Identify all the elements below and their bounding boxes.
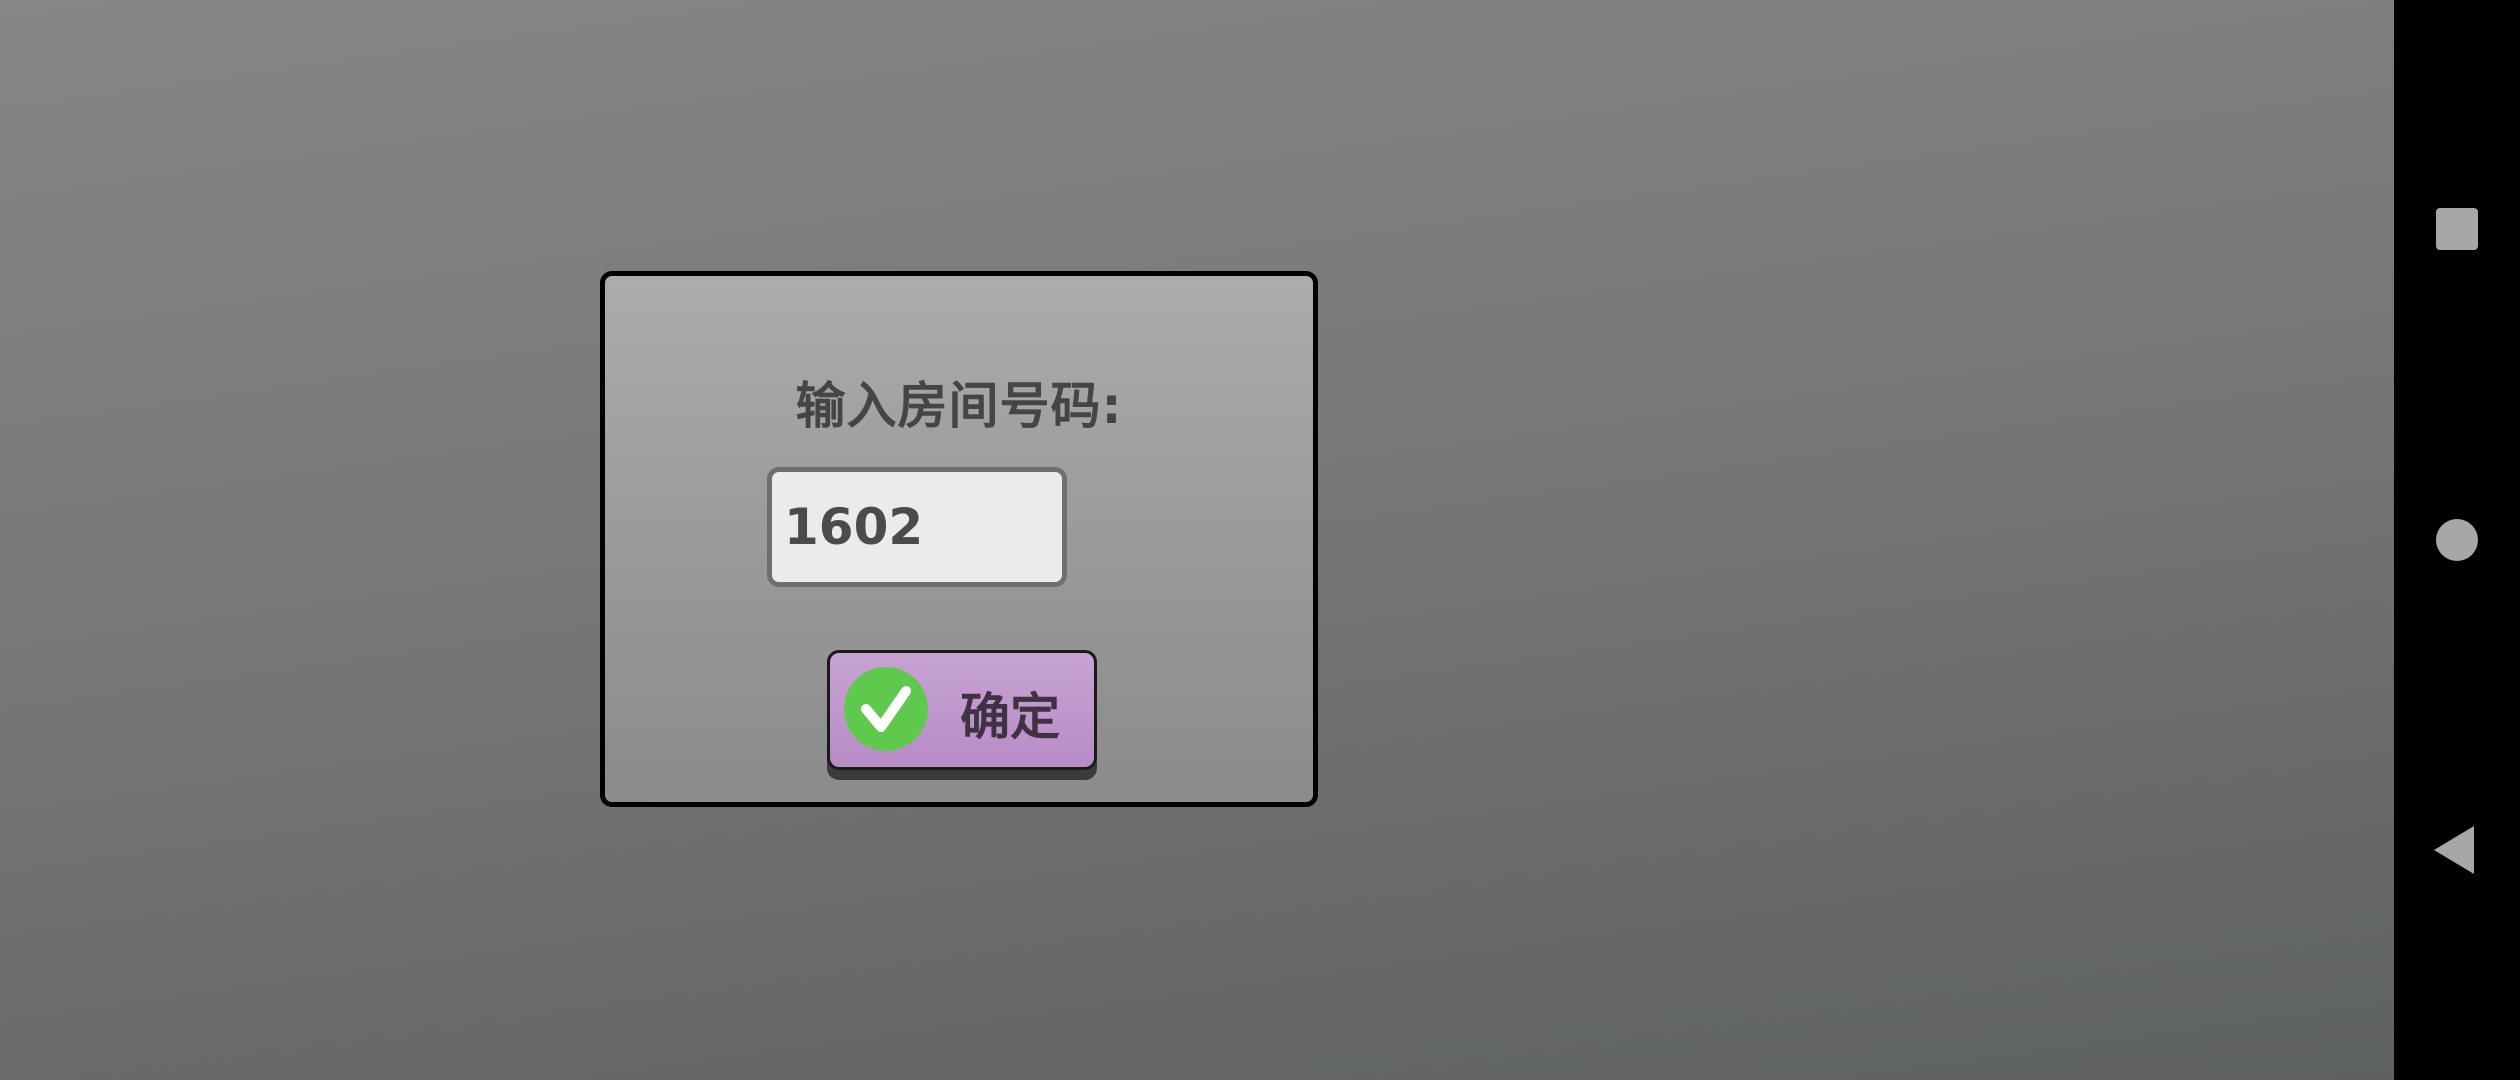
system-nav-bar (2394, 0, 2520, 1080)
confirm-button-label: 确定 (960, 688, 1060, 746)
room-number-dialog: 输入房间号码: 确定 (600, 271, 1318, 807)
confirm-button[interactable]: 确定 (827, 650, 1097, 770)
recent-apps-button[interactable] (2394, 179, 2520, 279)
circle-icon (2436, 519, 2478, 561)
triangle-back-icon (2434, 826, 2474, 874)
game-background: 输入房间号码: 确定 (0, 0, 2394, 1080)
check-icon (844, 667, 928, 751)
square-icon (2436, 208, 2478, 250)
back-button[interactable] (2394, 800, 2520, 900)
dialog-title: 输入房间号码: (795, 377, 1123, 435)
room-number-input[interactable] (767, 467, 1067, 587)
home-button[interactable] (2394, 490, 2520, 590)
